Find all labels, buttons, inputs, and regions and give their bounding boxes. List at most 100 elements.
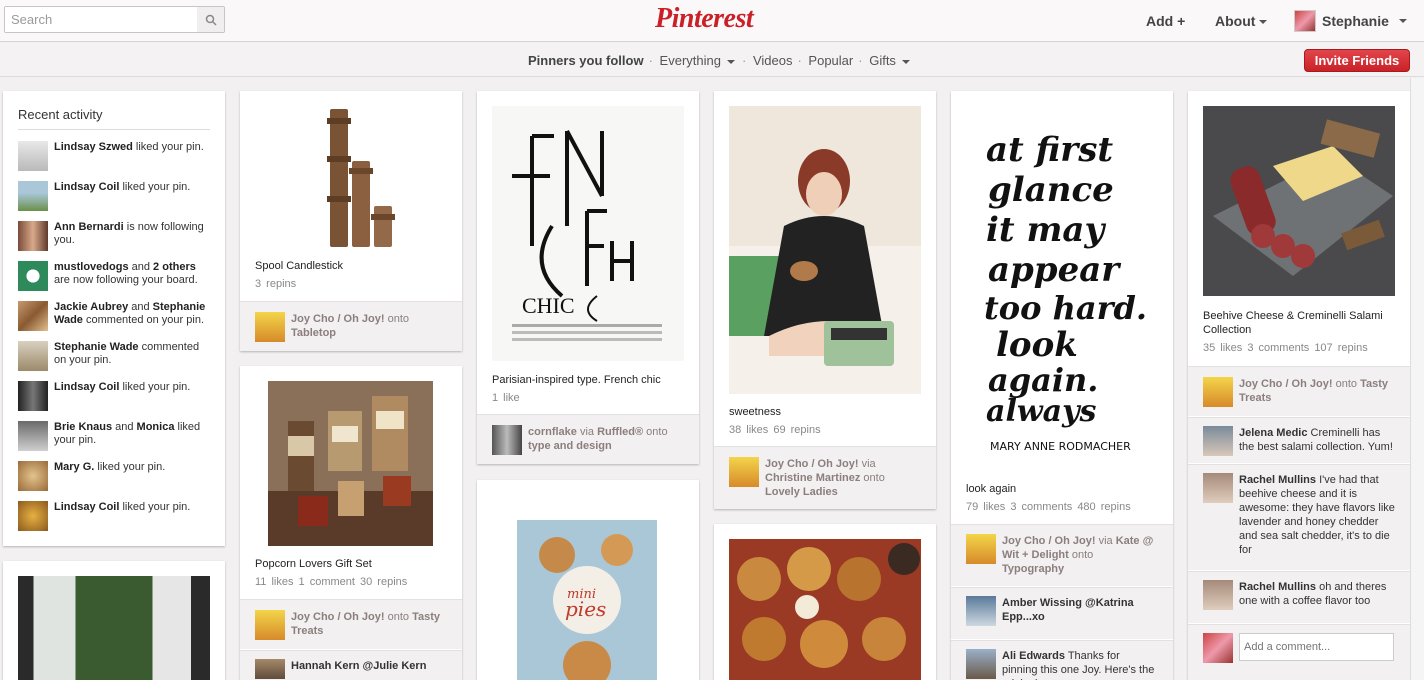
nav-popular[interactable]: Popular — [808, 53, 853, 68]
comment-input[interactable] — [1239, 633, 1394, 661]
user-link[interactable]: Amber Wissing — [1002, 597, 1082, 609]
comment-row: Ali Edwards Thanks for pinning this one … — [951, 640, 1173, 680]
user-link[interactable]: Joy Cho / Oh Joy! — [291, 313, 385, 325]
pin-card-pies[interactable] — [714, 524, 936, 680]
activity-text: Lindsay Coil liked your pin. — [54, 501, 191, 513]
pin-card-sweetness[interactable]: sweetness 38 likes 69 repins Joy Cho / O… — [714, 91, 936, 509]
user-link[interactable]: Joy Cho / Oh Joy! — [1239, 378, 1333, 390]
attribution-text: cornflake via Ruffled® onto type and desi… — [528, 426, 668, 452]
activity-text: Lindsay Szwed liked your pin. — [54, 141, 204, 153]
pin-card-lookagain[interactable]: at first glance it may appear too hard. … — [951, 91, 1173, 680]
pin-card[interactable] — [3, 561, 225, 680]
board-link[interactable]: Typography — [1002, 563, 1064, 575]
pin-stats: 38 likes 69 repins — [729, 424, 821, 436]
search-button[interactable] — [197, 7, 224, 32]
separator: · — [797, 53, 802, 68]
activity-item[interactable]: Lindsay Szwed liked your pin. — [18, 141, 213, 171]
svg-text:glance: glance — [988, 170, 1114, 210]
activity-item[interactable]: Lindsay Coil liked your pin. — [18, 181, 213, 211]
via-user-link[interactable]: Christine Martinez — [765, 472, 860, 484]
separator: · — [648, 53, 653, 68]
board-link[interactable]: Lovely Ladies — [765, 486, 838, 498]
svg-text:at first: at first — [986, 130, 1113, 170]
activity-thumbnail — [18, 461, 48, 491]
search-input[interactable] — [5, 7, 198, 32]
user-avatar[interactable] — [1203, 426, 1233, 456]
nav-videos[interactable]: Videos — [753, 53, 793, 68]
user-link[interactable]: Joy Cho / Oh Joy! — [765, 458, 859, 470]
pin-image[interactable] — [268, 381, 433, 546]
attribution-row: cornflake via Ruffled® onto type and desi… — [492, 425, 668, 455]
user-avatar[interactable] — [1203, 580, 1233, 610]
user-menu-button[interactable]: Stephanie — [1294, 10, 1407, 32]
user-link[interactable]: Jelena Medic — [1239, 427, 1307, 439]
activity-item[interactable]: Ann Bernardi is now following you. — [18, 221, 213, 251]
user-avatar[interactable] — [1203, 377, 1233, 407]
pin-image[interactable]: CHIC — [492, 106, 684, 361]
user-avatar[interactable] — [966, 534, 996, 564]
user-avatar[interactable] — [966, 596, 996, 626]
pin-title: Parisian-inspired type. French chic — [492, 374, 661, 386]
pin-card-spool[interactable]: Spool Candlestick 3 repins Joy Cho / Oh … — [240, 91, 462, 351]
user-avatar[interactable] — [966, 649, 996, 679]
attribution-row: Joy Cho / Oh Joy! via Christine Martinez … — [729, 457, 885, 499]
nav-pinners-you-follow[interactable]: Pinners you follow — [528, 53, 644, 68]
user-link[interactable]: Joy Cho / Oh Joy! — [1002, 535, 1096, 547]
activity-item[interactable]: Lindsay Coil liked your pin. — [18, 381, 213, 411]
board-link[interactable]: Tabletop — [291, 327, 336, 339]
user-link[interactable]: Hannah Kern @Julie Kern — [291, 659, 426, 680]
scrollbar[interactable] — [1410, 78, 1424, 680]
pin-image[interactable] — [255, 106, 447, 251]
activity-item[interactable]: Mary G. liked your pin. — [18, 461, 213, 491]
category-nav: Pinners you follow · Everything · Videos · … — [0, 43, 1424, 77]
activity-item[interactable]: Lindsay Coil liked your pin. — [18, 501, 213, 531]
user-avatar[interactable] — [1203, 473, 1233, 503]
nav-gifts[interactable]: Gifts — [869, 53, 912, 68]
pin-image[interactable] — [18, 576, 210, 680]
nav-everything[interactable]: Everything — [660, 53, 737, 68]
activity-item[interactable]: Jackie Aubrey and Stephanie Wade comment… — [18, 301, 213, 331]
user-link[interactable]: Joy Cho / Oh Joy! — [291, 611, 385, 623]
activity-thumbnail — [18, 181, 48, 211]
user-avatar[interactable] — [729, 457, 759, 487]
comment-row: Amber Wissing @Katrina Epp...xo — [951, 587, 1173, 639]
activity-thumbnail — [18, 141, 48, 171]
user-avatar[interactable] — [255, 610, 285, 640]
activity-text: Jackie Aubrey and Stephanie Wade comment… — [54, 301, 206, 326]
pin-attribution: Joy Cho / Oh Joy! onto Tasty Treats — [1188, 366, 1410, 416]
add-menu-button[interactable]: Add + — [1146, 13, 1185, 29]
board-link[interactable]: type and design — [528, 440, 612, 452]
svg-text:too hard.: too hard. — [984, 289, 1147, 327]
pin-card-french[interactable]: CHIC Parisian-inspired type. French chic… — [477, 91, 699, 464]
user-link[interactable]: Ali Edwards — [1002, 650, 1065, 662]
attribution-text: Joy Cho / Oh Joy! onto Tasty Treats — [1239, 378, 1388, 404]
svg-text:always: always — [986, 394, 1097, 429]
user-link[interactable]: Rachel Mullins — [1239, 581, 1316, 593]
pin-image[interactable] — [729, 106, 921, 394]
pin-image[interactable] — [729, 539, 921, 680]
pin-title: look again — [966, 483, 1017, 495]
pin-image[interactable]: at first glance it may appear too hard. … — [966, 106, 1158, 466]
user-avatar[interactable] — [255, 659, 285, 679]
pin-card-minipies[interactable]: mini pies — [477, 480, 699, 680]
via-user-link[interactable]: Ruffled® — [597, 426, 643, 438]
svg-text:look: look — [996, 325, 1078, 365]
user-link[interactable]: cornflake — [528, 426, 577, 438]
pin-image[interactable]: mini pies — [517, 520, 657, 680]
activity-item[interactable]: mustlovedogs and 2 others are now follow… — [18, 261, 213, 291]
pin-card-cheese[interactable]: Beehive Cheese & Creminelli Salami Colle… — [1188, 91, 1410, 680]
pin-image[interactable] — [1203, 106, 1395, 296]
pinterest-logo[interactable]: Pinterest — [655, 3, 754, 35]
chevron-down-icon — [726, 59, 735, 64]
user-link[interactable]: Rachel Mullins — [1239, 474, 1316, 486]
user-avatar[interactable] — [492, 425, 522, 455]
invite-friends-button[interactable]: Invite Friends — [1304, 49, 1410, 72]
activity-item[interactable]: Brie Knaus and Monica liked your pin. — [18, 421, 213, 451]
about-menu-button[interactable]: About — [1215, 13, 1268, 29]
activity-thumbnail — [18, 341, 48, 371]
activity-text: Ann Bernardi is now following you. — [54, 221, 204, 246]
chevron-down-icon — [1398, 19, 1407, 23]
pin-card-popcorn[interactable]: Popcorn Lovers Gift Set 11 likes 1 comme… — [240, 366, 462, 680]
activity-item[interactable]: Stephanie Wade commented on your pin. — [18, 341, 213, 371]
user-avatar[interactable] — [255, 312, 285, 342]
